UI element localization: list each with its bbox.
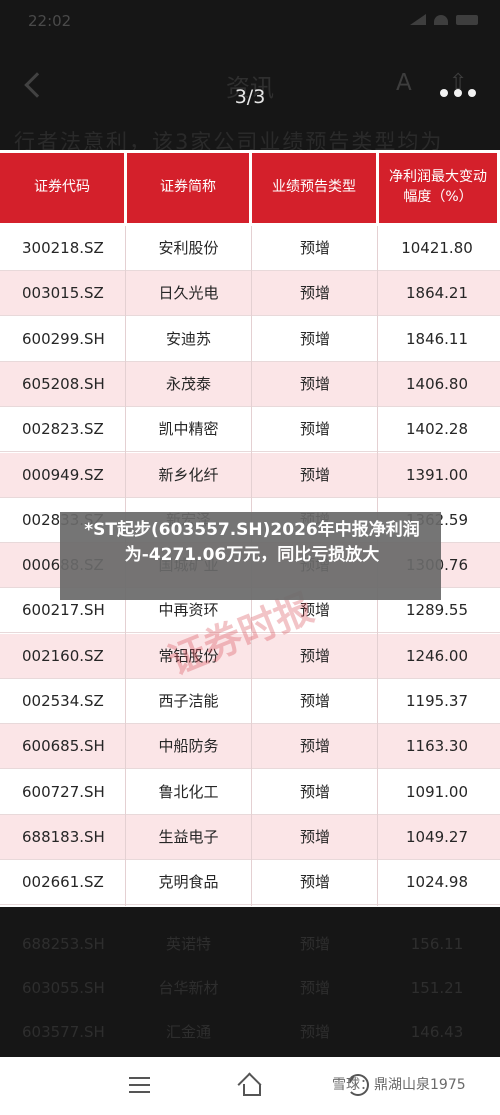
cell-value: 1846.11 xyxy=(405,329,469,348)
news-toast[interactable]: *ST起步(603557.SH)2026年中报净利润为-4271.06万元，同比… xyxy=(60,512,441,600)
cell-code: 600299.SH xyxy=(22,329,105,348)
cell-type: 预增 xyxy=(299,284,330,303)
cell-name: 安迪苏 xyxy=(165,329,211,348)
table-row: 003015.SZ 日久光电 预增 1864.21 xyxy=(0,271,500,317)
cell-code: 603055.SH xyxy=(22,979,105,997)
table-row: 002823.SZ 凯中精密 预增 1402.28 xyxy=(0,407,500,453)
dimmed-row: 603577.SH 汇金通 预增 146.43 xyxy=(0,1010,500,1054)
page-counter: 3/3 xyxy=(234,86,266,108)
news-toast-text: *ST起步(603557.SH)2026年中报净利润为-4271.06万元，同比… xyxy=(84,520,420,565)
cell-value: 1049.27 xyxy=(405,827,469,846)
table-row: 688183.SH 生益电子 预增 1049.27 xyxy=(0,814,500,860)
cell-name: 台华新材 xyxy=(158,979,219,997)
cell-value: 146.43 xyxy=(410,1023,464,1041)
cell-code: 600685.SH xyxy=(22,737,105,756)
cell-code: 688253.SH xyxy=(22,935,105,953)
cell-code: 003015.SZ xyxy=(22,284,104,303)
dimmed-row: 603055.SH 台华新材 预增 151.21 xyxy=(0,966,500,1010)
cell-type: 预增 xyxy=(299,873,330,892)
wifi-icon xyxy=(434,14,448,25)
battery-icon xyxy=(456,14,478,25)
source-watermark: 雪球：鼎湖山泉1975 xyxy=(332,1077,466,1093)
cell-value: 1391.00 xyxy=(405,465,469,484)
cell-type: 预增 xyxy=(299,935,330,953)
cell-code: 000949.SZ xyxy=(22,465,104,484)
cell-value: 151.21 xyxy=(410,979,464,997)
status-icons xyxy=(410,14,478,25)
cell-type: 预增 xyxy=(299,1023,330,1041)
cell-type: 预增 xyxy=(299,329,330,348)
cell-name: 生益电子 xyxy=(158,827,219,846)
cell-name: 安利股份 xyxy=(158,239,219,257)
status-time: 22:02 xyxy=(28,12,72,30)
cell-type: 预增 xyxy=(299,979,330,997)
table-row: 605208.SH 永茂泰 预增 1406.80 xyxy=(0,361,500,407)
header-name: 证券简称 xyxy=(127,153,249,223)
table-row: 600727.SH 鲁北化工 预增 1091.00 xyxy=(0,770,500,815)
article-header-fragment: 行者法意利，该3家公司业绩预告类型均为 xyxy=(14,130,444,150)
cell-code: 002661.SZ xyxy=(22,873,104,892)
table-row: 300218.SZ 安利股份 预增 10421.80 xyxy=(0,226,500,271)
cell-type: 预增 xyxy=(299,465,330,484)
cell-name: 英诺特 xyxy=(165,935,211,953)
signal-icon xyxy=(410,14,426,25)
cell-value: 156.11 xyxy=(410,935,464,953)
header-type: 业绩预告类型 xyxy=(252,153,376,223)
cell-code: 605208.SH xyxy=(22,374,105,393)
cell-name: 克明食品 xyxy=(158,873,219,892)
cell-value: 1163.30 xyxy=(405,737,469,756)
home-icon[interactable] xyxy=(238,1073,262,1096)
cell-value: 10421.80 xyxy=(401,239,473,257)
cell-name: 日久光电 xyxy=(158,284,219,303)
cell-code: 600727.SH xyxy=(22,782,105,801)
cell-code: 002534.SZ xyxy=(22,692,104,710)
cell-value: 1091.00 xyxy=(405,782,469,801)
cell-type: 预增 xyxy=(299,420,330,439)
menu-icon[interactable] xyxy=(129,1077,150,1093)
cell-code: 300218.SZ xyxy=(22,239,104,257)
table-row: 000949.SZ 新乡化纤 预增 1391.00 xyxy=(0,452,500,498)
cell-value: 1246.00 xyxy=(405,646,469,665)
header-code: 证券代码 xyxy=(0,153,124,223)
cell-name: 凯中精密 xyxy=(158,420,219,439)
cell-code: 688183.SH xyxy=(22,827,105,846)
cell-type: 预增 xyxy=(299,827,330,846)
cell-code: 603577.SH xyxy=(22,1023,105,1041)
cell-value: 1864.21 xyxy=(405,284,469,303)
cell-value: 1402.28 xyxy=(405,420,469,439)
table-header: 证券代码 证券简称 业绩预告类型 净利润最大变动幅度（%） xyxy=(0,150,500,226)
table-row: 002661.SZ 克明食品 预增 1024.98 xyxy=(0,860,500,906)
table-row: 600299.SH 安迪苏 预增 1846.11 xyxy=(0,317,500,362)
dimmed-row: 688253.SH 英诺特 预增 156.11 xyxy=(0,922,500,966)
cell-name: 新乡化纤 xyxy=(158,465,219,484)
cell-name: 鲁北化工 xyxy=(158,782,219,801)
cell-name: 永茂泰 xyxy=(165,374,211,393)
header-value: 净利润最大变动幅度（%） xyxy=(379,153,497,223)
cell-value: 1024.98 xyxy=(405,873,469,892)
cell-type: 预增 xyxy=(299,782,330,801)
cell-type: 预增 xyxy=(299,239,330,257)
cell-code: 002823.SZ xyxy=(22,420,104,439)
cell-name: 汇金通 xyxy=(165,1023,211,1041)
cell-type: 预增 xyxy=(299,374,330,393)
cell-value: 1406.80 xyxy=(405,374,469,393)
status-bar: 22:02 xyxy=(0,0,500,36)
more-icon[interactable] xyxy=(440,84,476,102)
cell-value: 1195.37 xyxy=(405,692,469,710)
cell-code: 002160.SZ xyxy=(22,646,104,665)
bottom-bar: 雪球：鼎湖山泉1975 xyxy=(0,1057,500,1115)
